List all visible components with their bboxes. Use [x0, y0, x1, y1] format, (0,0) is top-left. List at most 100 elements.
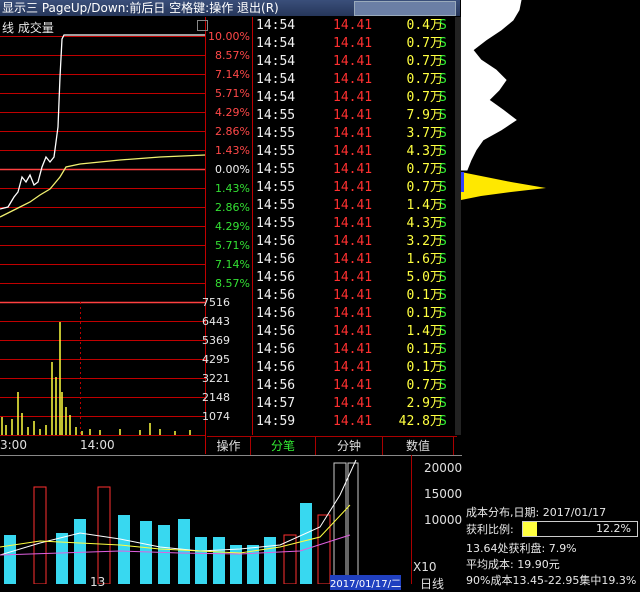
trade-volume: 7.9万	[406, 108, 444, 123]
trade-volume: 0.1万	[406, 288, 444, 303]
trade-price: 14.41	[333, 54, 373, 69]
profit-ratio-label: 获利比例:	[466, 523, 514, 536]
trade-time: 14:54	[256, 90, 296, 105]
trade-volume: 0.1万	[406, 306, 444, 321]
trade-price: 14.41	[333, 90, 373, 105]
time-label-start: 3:00	[0, 438, 27, 452]
trade-volume: 0.7万	[406, 90, 444, 105]
trade-price: 14.41	[333, 144, 373, 159]
intraday-chart-panel	[0, 17, 252, 454]
trade-time: 14:54	[256, 18, 296, 33]
trade-volume: 1.6万	[406, 252, 444, 267]
trade-row[interactable]: 14:54 14.41 0.4万 S	[253, 17, 457, 35]
trade-price: 14.41	[333, 396, 373, 411]
trade-volume: 0.7万	[406, 72, 444, 87]
profit-ratio-fill	[523, 522, 537, 536]
trade-row[interactable]: 14:55 14.41 7.9万 S	[253, 107, 457, 125]
tab-minutes[interactable]: 分钟	[316, 437, 383, 455]
daily-y-label-1: 20000	[424, 461, 463, 475]
trade-tick-list[interactable]: 14:54 14.41 0.4万 S 14:54 14.41 0.7万 S 14:54 14.41…	[252, 17, 457, 435]
trade-side: S	[439, 414, 447, 429]
trade-price: 14.41	[333, 18, 373, 33]
trade-time: 14:56	[256, 270, 296, 285]
daily-kline-panel: 20000 15000 10000 X10 2017/01/17/二 日线 13	[0, 455, 463, 591]
pct-label-up-3: 7.14%	[215, 68, 250, 81]
trade-row[interactable]: 14:56 14.41 0.1万 S	[253, 359, 457, 377]
vol-label-6: 2148	[202, 391, 230, 404]
trade-volume: 1.4万	[406, 324, 444, 339]
trade-time: 14:56	[256, 324, 296, 339]
trade-price: 14.41	[333, 162, 373, 177]
trade-row[interactable]: 14:55 14.41 0.7万 S	[253, 179, 457, 197]
trade-side: S	[439, 396, 447, 411]
trade-row[interactable]: 14:55 14.41 4.3万 S	[253, 143, 457, 161]
trade-time: 14:59	[256, 414, 296, 429]
info-title: 成本分布,日期: 2017/01/17	[466, 506, 607, 519]
trade-side: S	[439, 270, 447, 285]
trade-side: S	[439, 162, 447, 177]
trade-time: 14:56	[256, 252, 296, 267]
trade-volume: 0.4万	[406, 18, 444, 33]
trade-time: 14:57	[256, 396, 296, 411]
trade-row[interactable]: 14:56 14.41 5.0万 S	[253, 269, 457, 287]
trade-row[interactable]: 14:55 14.41 3.7万 S	[253, 125, 457, 143]
trade-row[interactable]: 14:56 14.41 0.7万 S	[253, 377, 457, 395]
cost-distribution-info: 成本分布,日期: 2017/01/17 获利比例: 12.2% 13.64处获利…	[462, 500, 640, 587]
trade-side: S	[439, 324, 447, 339]
trade-price: 14.41	[333, 342, 373, 357]
daily-kline-chart	[0, 455, 462, 584]
trade-row[interactable]: 14:54 14.41 0.7万 S	[253, 89, 457, 107]
pct-label-down-2: 2.86%	[215, 201, 250, 214]
trade-time: 14:55	[256, 198, 296, 213]
trade-row[interactable]: 14:55 14.41 1.4万 S	[253, 197, 457, 215]
vol-label-1: 7516	[202, 296, 230, 309]
trade-price: 14.41	[333, 306, 373, 321]
trade-side: S	[439, 288, 447, 303]
trade-volume: 42.8万	[398, 414, 443, 429]
trade-side: S	[439, 90, 447, 105]
trade-side: S	[439, 342, 447, 357]
trade-row[interactable]: 14:56 14.41 0.1万 S	[253, 287, 457, 305]
trade-row[interactable]: 14:59 14.41 42.8万 S	[253, 413, 457, 431]
pct-label-down-5: 7.14%	[215, 258, 250, 271]
trade-row[interactable]: 14:55 14.41 4.3万 S	[253, 215, 457, 233]
trade-price: 14.41	[333, 324, 373, 339]
trade-row[interactable]: 14:54 14.41 0.7万 S	[253, 35, 457, 53]
vol-label-4: 4295	[202, 353, 230, 366]
window-controls[interactable]	[354, 1, 456, 16]
trade-row[interactable]: 14:56 14.41 1.4万 S	[253, 323, 457, 341]
trade-row[interactable]: 14:57 14.41 2.9万 S	[253, 395, 457, 413]
time-label-1400: 14:00	[80, 438, 115, 452]
tab-operate[interactable]: 操作	[207, 437, 251, 455]
trade-volume: 0.1万	[406, 342, 444, 357]
daily-y-label-2: 15000	[424, 487, 463, 501]
info-line-avg-cost: 平均成本: 19.90元	[466, 558, 560, 571]
trade-time: 14:56	[256, 234, 296, 249]
trade-side: S	[439, 36, 447, 51]
window-title-bar: 显示三 PageUp/Down:前后日 空格键:操作 退出(R)	[0, 0, 460, 16]
trade-time: 14:55	[256, 180, 296, 195]
tab-values[interactable]: 数值	[383, 437, 454, 455]
tab-ticks[interactable]: 分笔	[251, 437, 316, 455]
trade-volume: 4.3万	[406, 216, 444, 231]
window-title: 显示三 PageUp/Down:前后日 空格键:操作 退出(R)	[2, 1, 279, 15]
trade-row[interactable]: 14:54 14.41 0.7万 S	[253, 53, 457, 71]
trade-volume: 2.9万	[406, 396, 444, 411]
pct-label-up-2: 8.57%	[215, 49, 250, 62]
trade-time: 14:55	[256, 162, 296, 177]
trade-time: 14:55	[256, 108, 296, 123]
trade-side: S	[439, 234, 447, 249]
trade-price: 14.41	[333, 72, 373, 87]
trade-row[interactable]: 14:56 14.41 0.1万 S	[253, 341, 457, 359]
trade-row[interactable]: 14:56 14.41 1.6万 S	[253, 251, 457, 269]
detail-tab-bar: 操作 分笔 分钟 数值	[207, 436, 457, 455]
trade-time: 14:54	[256, 36, 296, 51]
trade-price: 14.41	[333, 36, 373, 51]
trade-row[interactable]: 14:56 14.41 0.1万 S	[253, 305, 457, 323]
trade-price: 14.41	[333, 198, 373, 213]
trade-row[interactable]: 14:56 14.41 3.2万 S	[253, 233, 457, 251]
intraday-chart-grid	[0, 17, 206, 454]
pct-label-down-6: 8.57%	[215, 277, 250, 290]
trade-row[interactable]: 14:55 14.41 0.7万 S	[253, 161, 457, 179]
trade-row[interactable]: 14:54 14.41 0.7万 S	[253, 71, 457, 89]
